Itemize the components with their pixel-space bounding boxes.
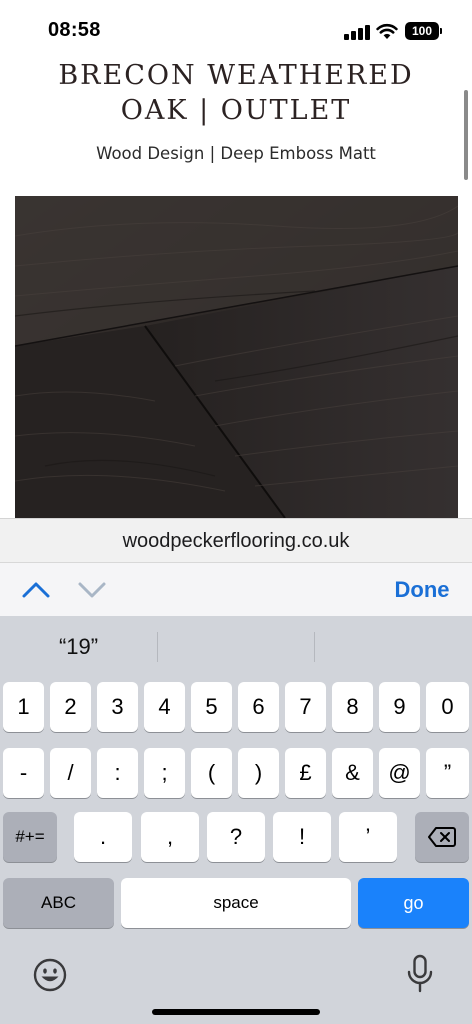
key-7[interactable]: 7 (285, 682, 326, 732)
key-quote[interactable]: ” (426, 748, 469, 798)
keyboard: “19” 1 2 3 4 5 6 7 8 9 0 - / : ; ( ) £ &… (0, 616, 472, 1024)
battery-nub (440, 28, 442, 34)
key-0[interactable]: 0 (426, 682, 469, 732)
key-9[interactable]: 9 (379, 682, 420, 732)
emoji-icon[interactable] (33, 958, 67, 992)
product-image[interactable] (15, 196, 458, 518)
key-colon[interactable]: : (97, 748, 138, 798)
abc-key[interactable]: ABC (3, 878, 114, 928)
key-4[interactable]: 4 (144, 682, 185, 732)
key-period[interactable]: . (74, 812, 132, 862)
key-comma[interactable]: , (141, 812, 199, 862)
done-button[interactable]: Done (382, 573, 462, 607)
chevron-up-icon[interactable] (20, 577, 52, 601)
address-bar[interactable]: woodpeckerflooring.co.uk (0, 518, 472, 562)
key-ampersand[interactable]: & (332, 748, 373, 798)
cellular-signal-icon (344, 24, 370, 40)
key-exclamation[interactable]: ! (273, 812, 331, 862)
key-question[interactable]: ? (207, 812, 265, 862)
key-1[interactable]: 1 (3, 682, 44, 732)
suggestion-3[interactable] (315, 616, 472, 678)
url-text[interactable]: woodpeckerflooring.co.uk (0, 519, 472, 563)
key-2[interactable]: 2 (50, 682, 91, 732)
battery-icon: 100 (405, 22, 439, 40)
key-open-paren[interactable]: ( (191, 748, 232, 798)
key-6[interactable]: 6 (238, 682, 279, 732)
battery-level: 100 (411, 24, 433, 38)
chevron-down-icon[interactable] (76, 577, 108, 601)
product-subtitle: Wood Design | Deep Emboss Matt (96, 144, 376, 163)
symbols-shift-key[interactable]: #+= (3, 812, 57, 862)
suggestion-1[interactable]: “19” (0, 616, 157, 678)
form-accessory-bar: Done (0, 562, 472, 616)
microphone-icon[interactable] (406, 954, 434, 994)
product-title: BRECON WEATHERED OAK | OUTLET (58, 60, 414, 126)
status-time: 08:58 (48, 19, 101, 41)
key-5[interactable]: 5 (191, 682, 232, 732)
key-hyphen[interactable]: - (3, 748, 44, 798)
status-bar: 08:58 100 (0, 0, 472, 56)
key-8[interactable]: 8 (332, 682, 373, 732)
key-semicolon[interactable]: ; (144, 748, 185, 798)
wifi-icon (376, 23, 398, 39)
key-apostrophe[interactable]: ’ (339, 812, 397, 862)
space-key[interactable]: space (121, 878, 351, 928)
backspace-icon (428, 827, 456, 847)
home-indicator[interactable] (152, 1009, 320, 1015)
key-3[interactable]: 3 (97, 682, 138, 732)
suggestion-2[interactable] (158, 616, 314, 678)
backspace-key[interactable] (415, 812, 469, 862)
key-slash[interactable]: / (50, 748, 91, 798)
key-pound[interactable]: £ (285, 748, 326, 798)
key-close-paren[interactable]: ) (238, 748, 279, 798)
key-at[interactable]: @ (379, 748, 420, 798)
scrollbar[interactable] (464, 90, 468, 180)
go-key[interactable]: go (358, 878, 469, 928)
